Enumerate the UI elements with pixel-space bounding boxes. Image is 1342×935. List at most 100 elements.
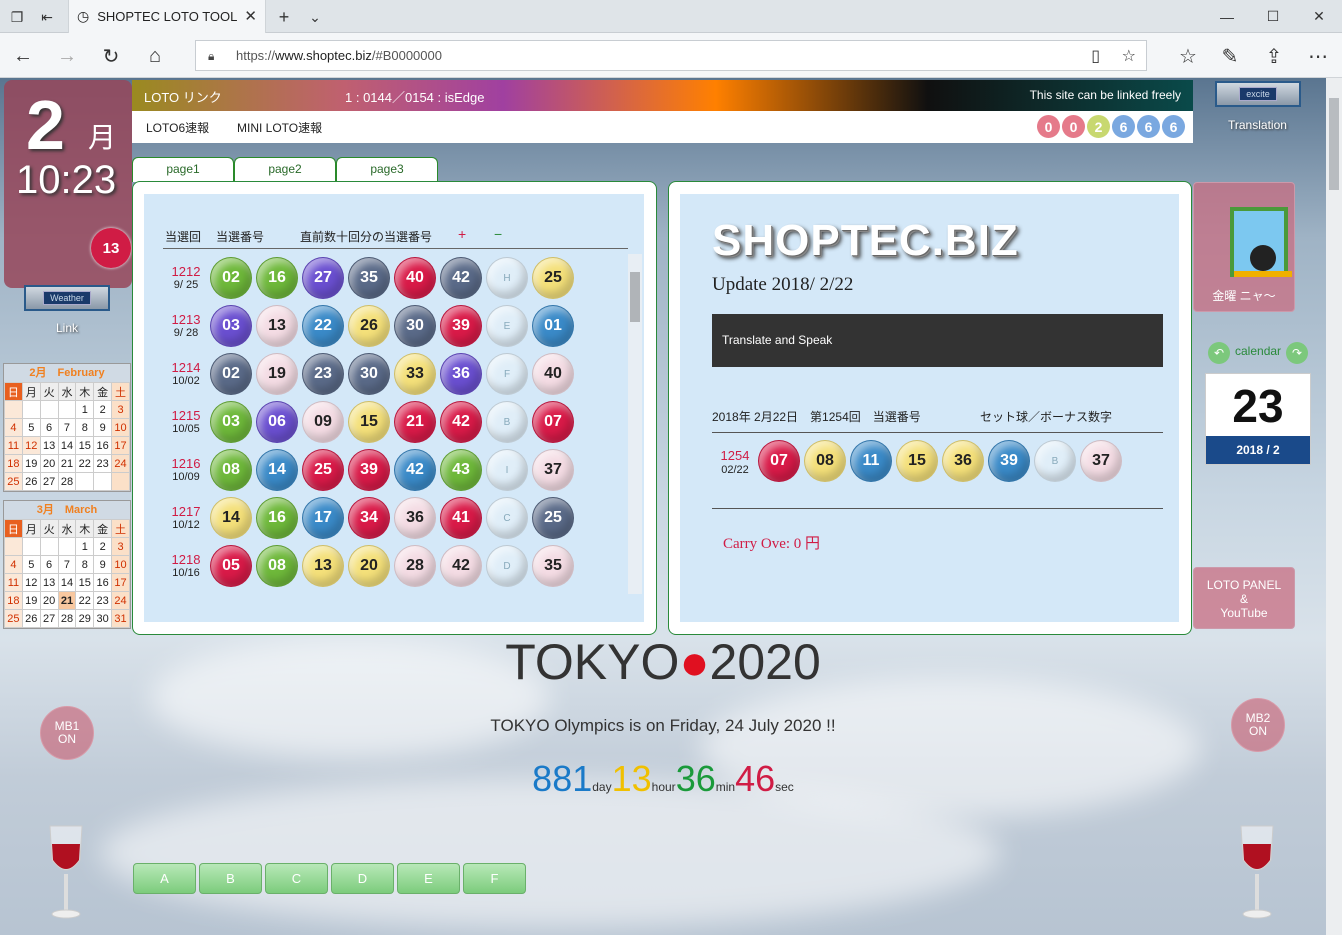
browser-tab-bar: ❐ ⇤ ◷ SHOPTEC LOTO TOOL ✕ + ⌄ — ☐ ✕ [0, 0, 1342, 33]
weather-badge[interactable]: Weather [24, 285, 110, 311]
list-item: 1217 10/12 14 16 17 34 36 41 C 25 [144, 494, 614, 542]
tab-page3[interactable]: page3 [336, 157, 438, 182]
button-e[interactable]: E [397, 863, 460, 894]
latest-ball: 07 [758, 440, 800, 482]
sub-banner: LOTO6速報 MINI LOTO速報 0 0 2 6 6 6 [132, 111, 1193, 143]
minimize-icon[interactable]: — [1204, 0, 1250, 33]
tab-manager-icon[interactable]: ❐ [6, 6, 28, 28]
calendar-february: 2月 February 日月火水木金土 123 4 5 6 7 8 9 10 11 12 13 1… [3, 363, 131, 492]
calendar-header: 2月 February [4, 364, 130, 382]
plus-button[interactable]: + [458, 226, 466, 242]
olympics-sentence: TOKYO Olympics is on Friday, 24 July 202… [490, 716, 836, 735]
link-notice: This site can be linked freely [1029, 88, 1181, 102]
maximize-icon[interactable]: ☐ [1250, 0, 1296, 33]
button-c[interactable]: C [265, 863, 328, 894]
weekday-cat-box: 金曜 ニャ〜 [1193, 182, 1295, 312]
tab-title: SHOPTEC LOTO TOOL [97, 9, 238, 24]
numbers-header: 当選番号 [216, 230, 265, 244]
latest-date: 02/22 [721, 464, 749, 476]
bottom-button-row: A B C D E F [133, 863, 529, 894]
minus-button[interactable]: − [494, 226, 502, 242]
history-scrollbar[interactable] [628, 254, 642, 594]
visit-counter: 0 0 2 6 6 6 [1035, 115, 1185, 138]
latest-ball: 39 [988, 440, 1030, 482]
button-b[interactable]: B [199, 863, 262, 894]
status-text: 1 : 0144／0154 : isEdge [345, 90, 485, 105]
forward-icon[interactable]: → [54, 43, 80, 69]
miniloto-link[interactable]: MINI LOTO速報 [237, 119, 322, 136]
list-item: 1214 10/02 02 19 23 30 33 36 F 40 [144, 350, 614, 398]
notification-badge[interactable]: 13 [91, 228, 131, 268]
weekday-label: 金曜 ニャ〜 [1212, 289, 1276, 303]
list-item: 1216 10/09 08 14 25 39 42 43 I 37 [144, 446, 614, 494]
tokyo-2020-heading: TOKYO●2020 [505, 634, 821, 690]
excite-translation-badge[interactable]: excite [1215, 81, 1301, 107]
list-item: 1212 9/ 25 02 16 27 35 40 42 H 25 [144, 254, 614, 302]
latest-header-bonus: セット球／ボーナス数字 [980, 410, 1113, 424]
latest-ball: 36 [942, 440, 984, 482]
mb2-button[interactable]: MB2 ON [1231, 698, 1285, 752]
page-content: 2 月 10:23 13 Weather Link 2月 February 日月… [0, 78, 1326, 935]
reading-view-icon[interactable]: ▯ [1091, 46, 1100, 66]
favorite-star-icon[interactable]: ☆ [1122, 46, 1136, 66]
site-logo-title: SHOPTEC.BIZ [712, 216, 1019, 265]
clock-favicon-icon: ◷ [77, 8, 90, 24]
list-item: 1213 9/ 28 03 13 22 26 30 39 E 01 [144, 302, 614, 350]
translation-label[interactable]: Translation [1228, 118, 1287, 132]
tab-page2[interactable]: page2 [234, 157, 336, 182]
url-field[interactable]: 🔒︎ https://www.shoptec.biz/#B0000000 ▯ ☆ [195, 40, 1147, 71]
clock-month: 2 [26, 86, 65, 164]
address-bar-row: ← → ↻ ⌂ 🔒︎ https://www.shoptec.biz/#B000… [0, 33, 1342, 78]
latest-ball: B [1034, 440, 1076, 482]
button-d[interactable]: D [331, 863, 394, 894]
set-aside-tabs-icon[interactable]: ⇤ [36, 6, 58, 28]
latest-ball: 08 [804, 440, 846, 482]
loto-panel-youtube-button[interactable]: LOTO PANEL & YouTube [1193, 567, 1295, 629]
list-item: 1218 10/16 05 08 13 20 28 42 D 35 [144, 542, 614, 590]
year-month-label: 2018 / 2 [1206, 436, 1310, 464]
translate-speak-box[interactable]: Translate and Speak [712, 314, 1163, 367]
latest-header: 2018年 2月22日 第1254回 当選番号 [712, 410, 921, 424]
top-banner: LOTO リンク 1 : 0144／0154 : isEdge This sit… [132, 80, 1193, 111]
back-icon[interactable]: ← [10, 43, 36, 69]
button-f[interactable]: F [463, 863, 526, 894]
browser-tab[interactable]: ◷ SHOPTEC LOTO TOOL ✕ [68, 0, 266, 33]
calendar-label: calendar [1235, 344, 1282, 358]
history-panel: 当選回 当選番号 直前数十回分の当選番号 + − 1212 9/ 25 02 16… [132, 181, 657, 635]
share-icon[interactable]: ⇪ [1261, 43, 1287, 69]
home-icon[interactable]: ⌂ [142, 43, 168, 69]
pen-icon[interactable]: ✎ [1217, 43, 1243, 69]
latest-ball: 11 [850, 440, 892, 482]
wine-glass-icon [1240, 825, 1274, 919]
close-tab-icon[interactable]: ✕ [244, 7, 257, 25]
page-tabs: page1 page2 page3 [132, 157, 452, 182]
clock-time: 10:23 [16, 158, 117, 202]
latest-ball: 15 [896, 440, 938, 482]
favorites-list-icon[interactable]: ☆ [1175, 43, 1201, 69]
more-menu-icon[interactable]: ⋯ [1305, 43, 1331, 69]
recent-header: 直前数十回分の当選番号 [300, 230, 433, 244]
link-label[interactable]: Link [56, 321, 78, 335]
latest-ball: 37 [1080, 440, 1122, 482]
loto6-link[interactable]: LOTO6速報 [146, 119, 209, 136]
calendar-march: 3月 March 日月火水木金土 123 4 5 6 7 8 9 10 11 12 13 14 15… [3, 500, 131, 629]
update-text: Update 2018/ 2/22 [712, 274, 854, 295]
wine-glass-icon [49, 825, 83, 919]
day-calendar-widget: 23 2018 / 2 [1205, 373, 1311, 465]
loto-link-label[interactable]: LOTO リンク [144, 87, 222, 106]
button-a[interactable]: A [133, 863, 196, 894]
close-window-icon[interactable]: ✕ [1296, 0, 1342, 33]
calendar-header: 3月 March [4, 501, 130, 519]
list-item: 1215 10/05 03 06 09 15 21 42 B 07 [144, 398, 614, 446]
page-scrollbar[interactable] [1326, 78, 1342, 935]
info-panel: SHOPTEC.BIZ Update 2018/ 2/22 Translate … [668, 181, 1192, 635]
next-arrow-icon[interactable]: ↷ [1286, 342, 1308, 364]
new-tab-icon[interactable]: + [273, 6, 295, 28]
tab-list-chevron-icon[interactable]: ⌄ [304, 6, 326, 28]
round-header: 当選回 [165, 230, 202, 244]
countdown: 881day13hour36min46sec [532, 758, 794, 799]
prev-arrow-icon[interactable]: ↶ [1208, 342, 1230, 364]
tab-page1[interactable]: page1 [132, 157, 234, 182]
refresh-icon[interactable]: ↻ [98, 43, 124, 69]
mb1-button[interactable]: MB1 ON [40, 706, 94, 760]
